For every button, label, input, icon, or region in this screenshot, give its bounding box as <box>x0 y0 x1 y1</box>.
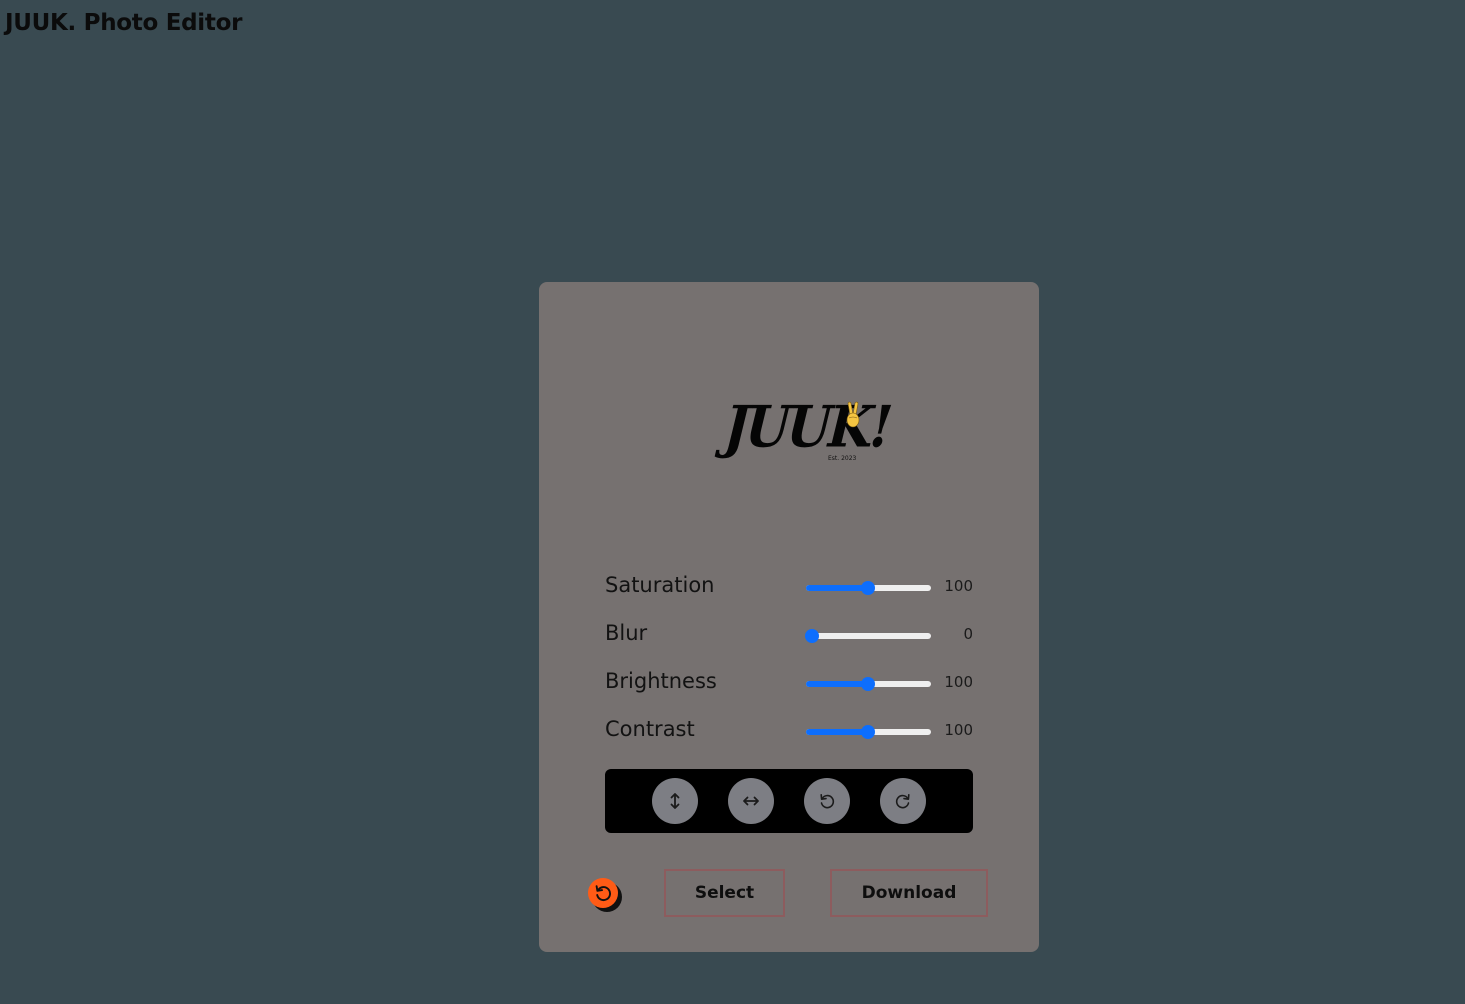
contrast-slider[interactable] <box>805 723 931 741</box>
download-button[interactable]: Download <box>830 869 988 917</box>
peace-hand-icon <box>846 401 860 428</box>
filter-row-blur: Blur 0 <box>605 615 973 663</box>
contrast-label: Contrast <box>605 717 695 741</box>
slider-fill <box>806 681 869 687</box>
brightness-value: 100 <box>944 673 973 691</box>
brightness-label: Brightness <box>605 669 717 693</box>
filter-row-contrast: Contrast 100 <box>605 711 973 759</box>
filter-row-saturation: Saturation 100 <box>605 567 973 615</box>
slider-thumb[interactable] <box>861 581 875 595</box>
flip-horizontal-icon <box>743 796 759 806</box>
slider-track <box>806 633 931 639</box>
rotate-left-button[interactable] <box>804 778 850 824</box>
logo-tagline: Est. 2023 <box>828 455 857 462</box>
reset-icon <box>595 885 611 902</box>
slider-fill <box>806 729 869 735</box>
preview-logo: JUUK! Est. 2023 <box>722 394 891 464</box>
flip-vertical-icon <box>670 793 680 809</box>
blur-value: 0 <box>963 625 973 643</box>
filter-panel: Saturation 100 Blur 0 Brightness 100 Con… <box>605 567 973 759</box>
slider-thumb[interactable] <box>861 725 875 739</box>
slider-fill <box>806 585 869 591</box>
flip-vertical-button[interactable] <box>652 778 698 824</box>
rotate-right-icon <box>895 794 910 809</box>
blur-label: Blur <box>605 621 648 645</box>
transform-toolbar <box>605 769 973 833</box>
saturation-value: 100 <box>944 577 973 595</box>
reset-button[interactable] <box>588 878 622 912</box>
saturation-slider[interactable] <box>805 579 931 597</box>
flip-horizontal-button[interactable] <box>728 778 774 824</box>
blur-slider[interactable] <box>805 627 931 645</box>
filter-row-brightness: Brightness 100 <box>605 663 973 711</box>
editor-card: JUUK! Est. 2023 Saturation 100 Blur 0 Br… <box>539 282 1039 952</box>
saturation-label: Saturation <box>605 573 715 597</box>
reset-button-face <box>588 878 618 908</box>
logo-wordmark: JUUK! <box>722 394 892 462</box>
contrast-value: 100 <box>944 721 973 739</box>
brightness-slider[interactable] <box>805 675 931 693</box>
select-button[interactable]: Select <box>664 869 785 917</box>
image-preview: JUUK! Est. 2023 <box>605 342 973 582</box>
slider-thumb[interactable] <box>861 677 875 691</box>
rotate-right-button[interactable] <box>880 778 926 824</box>
rotate-left-icon <box>820 794 835 809</box>
app-title: JUUK. Photo Editor <box>5 10 243 36</box>
slider-thumb[interactable] <box>805 629 819 643</box>
